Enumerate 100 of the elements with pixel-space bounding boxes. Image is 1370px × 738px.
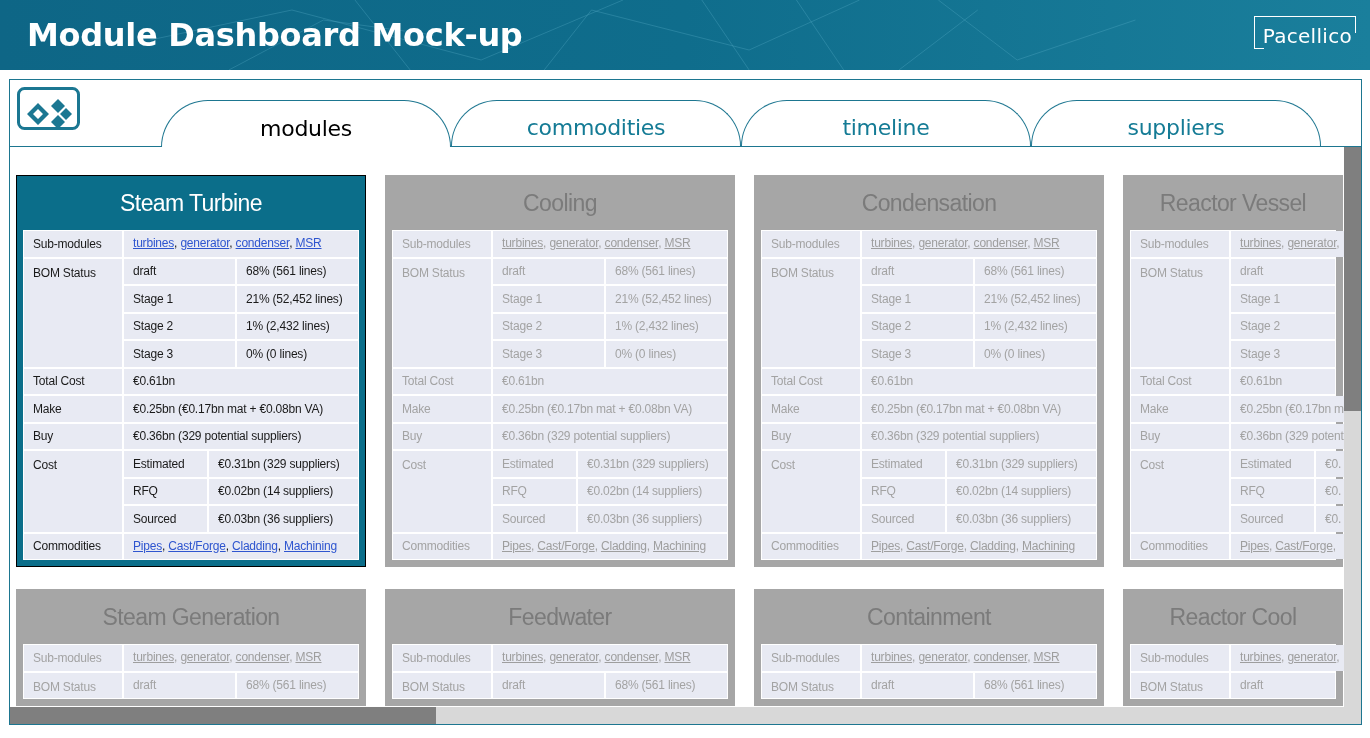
link[interactable]: condenser [973,236,1028,250]
table-cell: draft [124,672,235,698]
table-cell: turbines, generator, [1231,645,1344,671]
row-label: Cost [24,451,122,532]
link[interactable]: MSR [295,236,322,250]
link[interactable]: generator [549,650,599,664]
table-cell: €0.36bn (329 potential suppliers) [124,423,358,449]
table-cell: €0.02bn (14 suppliers) [578,478,727,504]
table-cell: turbines, generator, condenser, MSR [493,231,727,257]
row-label: Commodities [762,533,860,559]
table-cell: €0.61bn [493,368,727,394]
table-cell: Sourced [493,506,576,532]
link[interactable]: MSR [664,236,691,250]
table-cell: €0.36bn (329 potential suppliers) [862,423,1096,449]
card-title: Steam Turbine [120,188,262,218]
row-label: Make [762,396,860,422]
row-label: Make [393,396,491,422]
table-cell: €0. [1316,478,1344,504]
row-label: Cost [762,451,860,532]
row-label: Sub-modules [24,231,122,257]
table-cell: Stage 2 [1231,313,1335,339]
table-cell: Stage 2 [862,313,973,339]
table-cell: 68% (561 lines) [606,258,727,284]
link[interactable]: condenser [235,236,290,250]
table-cell: €0.03bn (36 suppliers) [947,506,1096,532]
link[interactable]: Cladding [969,538,1016,553]
link[interactable]: generator [918,236,968,250]
table-cell: 68% (561 lines) [237,258,358,284]
table-cell: turbines, generator, [1231,231,1344,257]
table-cell: €0.31bn (329 suppliers) [209,451,358,477]
module-card[interactable] [16,175,366,567]
link[interactable]: MSR [295,650,322,664]
row-label: BOM Status [1131,672,1229,698]
link[interactable]: generator [1287,236,1337,250]
link[interactable]: condenser [604,236,659,250]
table-cell: €0.03bn (36 suppliers) [209,506,358,532]
link[interactable]: generator [180,650,230,664]
vertical-scrollbar[interactable] [1344,147,1361,707]
table-cell: 1% (2,432 lines) [237,313,358,339]
tab[interactable]: commodities [451,100,741,146]
table-cell: draft [862,672,973,698]
table-cell: Pipes, Cast/Forge, Cladding, Machining [862,533,1096,559]
tab[interactable]: modules [161,100,451,147]
link[interactable]: generator [180,236,230,250]
scrollbar-thumb[interactable] [1344,147,1361,411]
row-label: BOM Status [393,258,491,367]
scrollbar-thumb[interactable] [10,707,436,724]
row-label: Cost [393,451,491,532]
link[interactable]: generator [918,650,968,664]
link[interactable]: MSR [664,650,691,664]
link[interactable]: generator [1287,650,1337,664]
row-label: Total Cost [762,368,860,394]
row-label: BOM Status [762,258,860,367]
table-cell: Sourced [124,506,207,532]
link[interactable]: MSR [1033,650,1060,664]
link[interactable]: condenser [235,650,290,664]
tab[interactable]: suppliers [1031,100,1321,146]
table-cell: €0. [1316,451,1344,477]
row-label: Make [24,396,122,422]
table-cell: €0.02bn (14 suppliers) [209,478,358,504]
table-cell: 21% (52,452 lines) [606,286,727,312]
table-cell: 21% (52,452 lines) [237,286,358,312]
table-cell: €0.61bn [1231,368,1335,394]
link[interactable]: Cast/Forge [1275,538,1333,553]
row-label: Commodities [1131,533,1229,559]
table-cell: €0.03bn (36 suppliers) [578,506,727,532]
link[interactable]: MSR [1033,236,1060,250]
row-label: Sub-modules [393,645,491,671]
link[interactable]: Cladding [600,538,647,553]
link[interactable]: Cast/Forge [537,538,595,553]
horizontal-scrollbar[interactable] [10,707,1344,724]
table-cell: €0.25bn (€0.17bn m [1231,396,1344,422]
row-label: BOM Status [1131,258,1229,367]
link[interactable]: Cast/Forge [168,538,226,553]
table-cell: Stage 3 [493,341,604,367]
table-cell: RFQ [124,478,207,504]
table-cell: draft [862,258,973,284]
link[interactable]: Cast/Forge [906,538,964,553]
row-label: Sub-modules [393,231,491,257]
table-cell: 21% (52,452 lines) [975,286,1096,312]
link[interactable]: Machining [1022,538,1075,553]
table-cell: Stage 1 [124,286,235,312]
table-cell: draft [1231,258,1335,284]
table-cell: turbines, generator, condenser, MSR [124,645,358,671]
link[interactable]: generator [549,236,599,250]
table-cell: Estimated [493,451,576,477]
table-cell: turbines, generator, condenser, MSR [862,231,1096,257]
row-label: Buy [24,423,122,449]
link[interactable]: condenser [604,650,659,664]
row-label: Buy [1131,423,1229,449]
table-cell: Estimated [124,451,207,477]
tab[interactable]: timeline [741,100,1031,146]
table-cell: RFQ [862,478,945,504]
table-cell: RFQ [1231,478,1314,504]
link[interactable]: Machining [653,538,706,553]
link[interactable]: Cladding [231,538,278,553]
table-cell: 1% (2,432 lines) [606,313,727,339]
link[interactable]: condenser [973,650,1028,664]
table-cell: turbines, generator, condenser, MSR [493,645,727,671]
link[interactable]: Machining [284,538,337,553]
